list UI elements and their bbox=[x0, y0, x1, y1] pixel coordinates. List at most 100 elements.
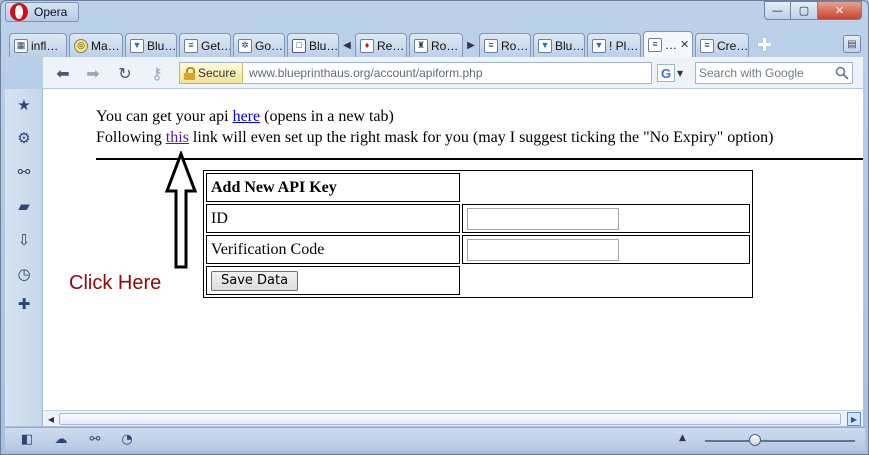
notes-icon[interactable]: ▰ bbox=[16, 198, 32, 214]
api-intro-line: You can get your api here (opens in a ne… bbox=[96, 108, 394, 126]
tab-title: Blu… bbox=[147, 38, 177, 53]
tab[interactable]: ♜ Ro… bbox=[409, 33, 463, 57]
tab[interactable]: ▼ Blu… bbox=[125, 33, 177, 57]
this-link[interactable]: this bbox=[166, 129, 189, 146]
add-api-key-form: Add New API Key ID Verification Code Sav… bbox=[203, 170, 753, 298]
tab-strip: ▦ infl… ◎ Ma… ▼ Blu… ≡ Get… ✲ Go… □ Blu…… bbox=[5, 31, 865, 57]
turbo-gauge-icon[interactable]: ◔ bbox=[119, 432, 135, 448]
click-here-annotation: Click Here bbox=[69, 272, 162, 294]
tab-favicon-icon: ≡ bbox=[700, 38, 714, 53]
zoom-slider-thumb[interactable] bbox=[749, 434, 761, 446]
back-arrow-icon[interactable]: ⬅ bbox=[53, 63, 73, 83]
zoom-slider[interactable] bbox=[705, 440, 855, 442]
tab[interactable]: □ Blu… bbox=[287, 33, 339, 57]
intro-text-suffix: (opens in a new tab) bbox=[260, 108, 394, 125]
tab-title: Cre… bbox=[717, 38, 749, 53]
downloads-icon[interactable]: ⇩ bbox=[16, 232, 32, 248]
search-placeholder: Search with Google bbox=[699, 66, 804, 80]
tab[interactable]: ✲ Go… bbox=[233, 33, 285, 57]
tab-favicon-icon: ✲ bbox=[238, 38, 252, 53]
tab[interactable]: ▼ ! Pl… bbox=[587, 33, 641, 57]
scrollbar-thumb[interactable] bbox=[59, 413, 841, 425]
tab[interactable]: ≡ Get… bbox=[179, 33, 231, 57]
key-icon[interactable]: ⚷ bbox=[147, 63, 167, 83]
search-input[interactable]: Search with Google bbox=[695, 62, 853, 84]
opera-menu-button[interactable]: Opera bbox=[5, 2, 79, 22]
tab-title: Ro… bbox=[431, 38, 459, 53]
forward-arrow-icon[interactable]: ➡ bbox=[83, 63, 103, 83]
app-name: Opera bbox=[34, 5, 68, 19]
id-input[interactable] bbox=[467, 207, 619, 230]
close-window-button[interactable]: ✕ bbox=[818, 1, 862, 20]
verification-code-label: Verification Code bbox=[211, 240, 325, 258]
tab-title: Blu… bbox=[309, 38, 339, 53]
tab-favicon-icon: ♦ bbox=[360, 38, 374, 53]
zoom-menu-icon[interactable]: ▲ bbox=[679, 433, 686, 443]
closed-tabs-trash-icon[interactable]: ▤ bbox=[843, 35, 861, 53]
history-clock-icon[interactable]: ◷ bbox=[16, 266, 32, 282]
empty-cell bbox=[462, 173, 750, 202]
search-engine-selector[interactable]: G ▼ bbox=[657, 62, 691, 84]
add-panel-plus-icon[interactable]: ✚ bbox=[16, 296, 32, 312]
opera-link-cloud-icon[interactable]: ☁ bbox=[53, 432, 69, 448]
reload-icon[interactable]: ↻ bbox=[115, 63, 135, 83]
tab-favicon-icon: ≡ bbox=[648, 37, 662, 52]
secure-label: Secure bbox=[198, 66, 237, 80]
tab-favicon-icon: ♜ bbox=[414, 38, 428, 53]
save-data-button[interactable]: Save Data bbox=[211, 270, 299, 291]
tab-title: Get… bbox=[201, 38, 231, 53]
scroll-right-icon[interactable]: ▶ bbox=[847, 412, 861, 426]
tab-title: Blu… bbox=[555, 38, 585, 53]
form-heading-cell: Add New API Key bbox=[206, 173, 460, 202]
tab-title: infl… bbox=[31, 38, 59, 53]
opera-logo-icon bbox=[10, 3, 28, 21]
tab[interactable]: ▼ Blu… bbox=[533, 33, 585, 57]
side-panel: ★ ⚙ ⚯ ▰ ⇩ ◷ ✚ bbox=[5, 89, 43, 426]
tab-favicon-icon: ◎ bbox=[74, 38, 88, 53]
chevron-down-icon: ▼ bbox=[677, 68, 684, 78]
tab-favicon-icon: ▼ bbox=[592, 38, 606, 53]
search-icon[interactable] bbox=[835, 66, 849, 80]
tab-active[interactable]: ≡ … ✕ bbox=[643, 31, 693, 57]
new-tab-plus-icon[interactable]: ✚ bbox=[757, 35, 772, 56]
minimize-button[interactable]: — bbox=[764, 1, 791, 20]
verification-code-input[interactable] bbox=[467, 238, 619, 261]
unite-icon[interactable]: ⚯ bbox=[87, 432, 103, 448]
navigation-toolbar: ⬅ ➡ ↻ ⚷ Secure www.blueprinthaus.org/acc… bbox=[43, 57, 863, 89]
unite-share-icon[interactable]: ⚯ bbox=[16, 164, 32, 180]
tab-title: Ro… bbox=[501, 38, 529, 53]
horizontal-scrollbar[interactable]: ◀ ▶ bbox=[43, 410, 863, 426]
tabs-scroll-right-icon[interactable]: ▶ bbox=[465, 37, 477, 53]
address-bar[interactable]: Secure www.blueprinthaus.org/account/api… bbox=[179, 62, 652, 84]
tab[interactable]: ◎ Ma… bbox=[69, 33, 123, 57]
id-label: ID bbox=[211, 209, 228, 227]
tab-title: ! Pl… bbox=[609, 38, 639, 53]
tabs-scroll-left-icon[interactable]: ◀ bbox=[341, 37, 353, 53]
mask-link-line: Following this link will even set up the… bbox=[96, 129, 773, 147]
settings-gear-icon[interactable]: ⚙ bbox=[16, 130, 32, 146]
vcode-label-cell: Verification Code bbox=[206, 235, 460, 264]
tab[interactable]: ≡ Ro… bbox=[479, 33, 531, 57]
secure-badge[interactable]: Secure bbox=[180, 63, 244, 83]
bookmarks-star-icon[interactable]: ★ bbox=[16, 97, 32, 113]
tab-title: … bbox=[665, 37, 677, 52]
scroll-left-icon[interactable]: ◀ bbox=[44, 412, 58, 426]
google-icon: G bbox=[657, 64, 675, 82]
toggle-panel-icon[interactable]: ◧ bbox=[19, 432, 35, 448]
url-text[interactable]: www.blueprinthaus.org/account/apiform.ph… bbox=[243, 66, 482, 80]
form-heading: Add New API Key bbox=[211, 178, 337, 196]
here-link[interactable]: here bbox=[233, 108, 261, 125]
window-controls: — ▢ ✕ bbox=[764, 1, 862, 20]
status-bar: ◧ ☁ ⚯ ◔ ▲ bbox=[5, 427, 865, 451]
close-tab-icon[interactable]: ✕ bbox=[680, 38, 689, 51]
empty-cell bbox=[462, 266, 750, 295]
tab[interactable]: ▦ infl… bbox=[9, 33, 67, 57]
tab[interactable]: ≡ Cre… bbox=[695, 33, 749, 57]
mask-text: Following bbox=[96, 129, 166, 146]
tab-title: Ma… bbox=[91, 38, 120, 53]
id-label-cell: ID bbox=[206, 204, 460, 233]
tab-title: Go… bbox=[255, 38, 284, 53]
tab[interactable]: ♦ Re… bbox=[355, 33, 407, 57]
maximize-button[interactable]: ▢ bbox=[791, 1, 818, 20]
tab-favicon-icon: ≡ bbox=[484, 38, 498, 53]
